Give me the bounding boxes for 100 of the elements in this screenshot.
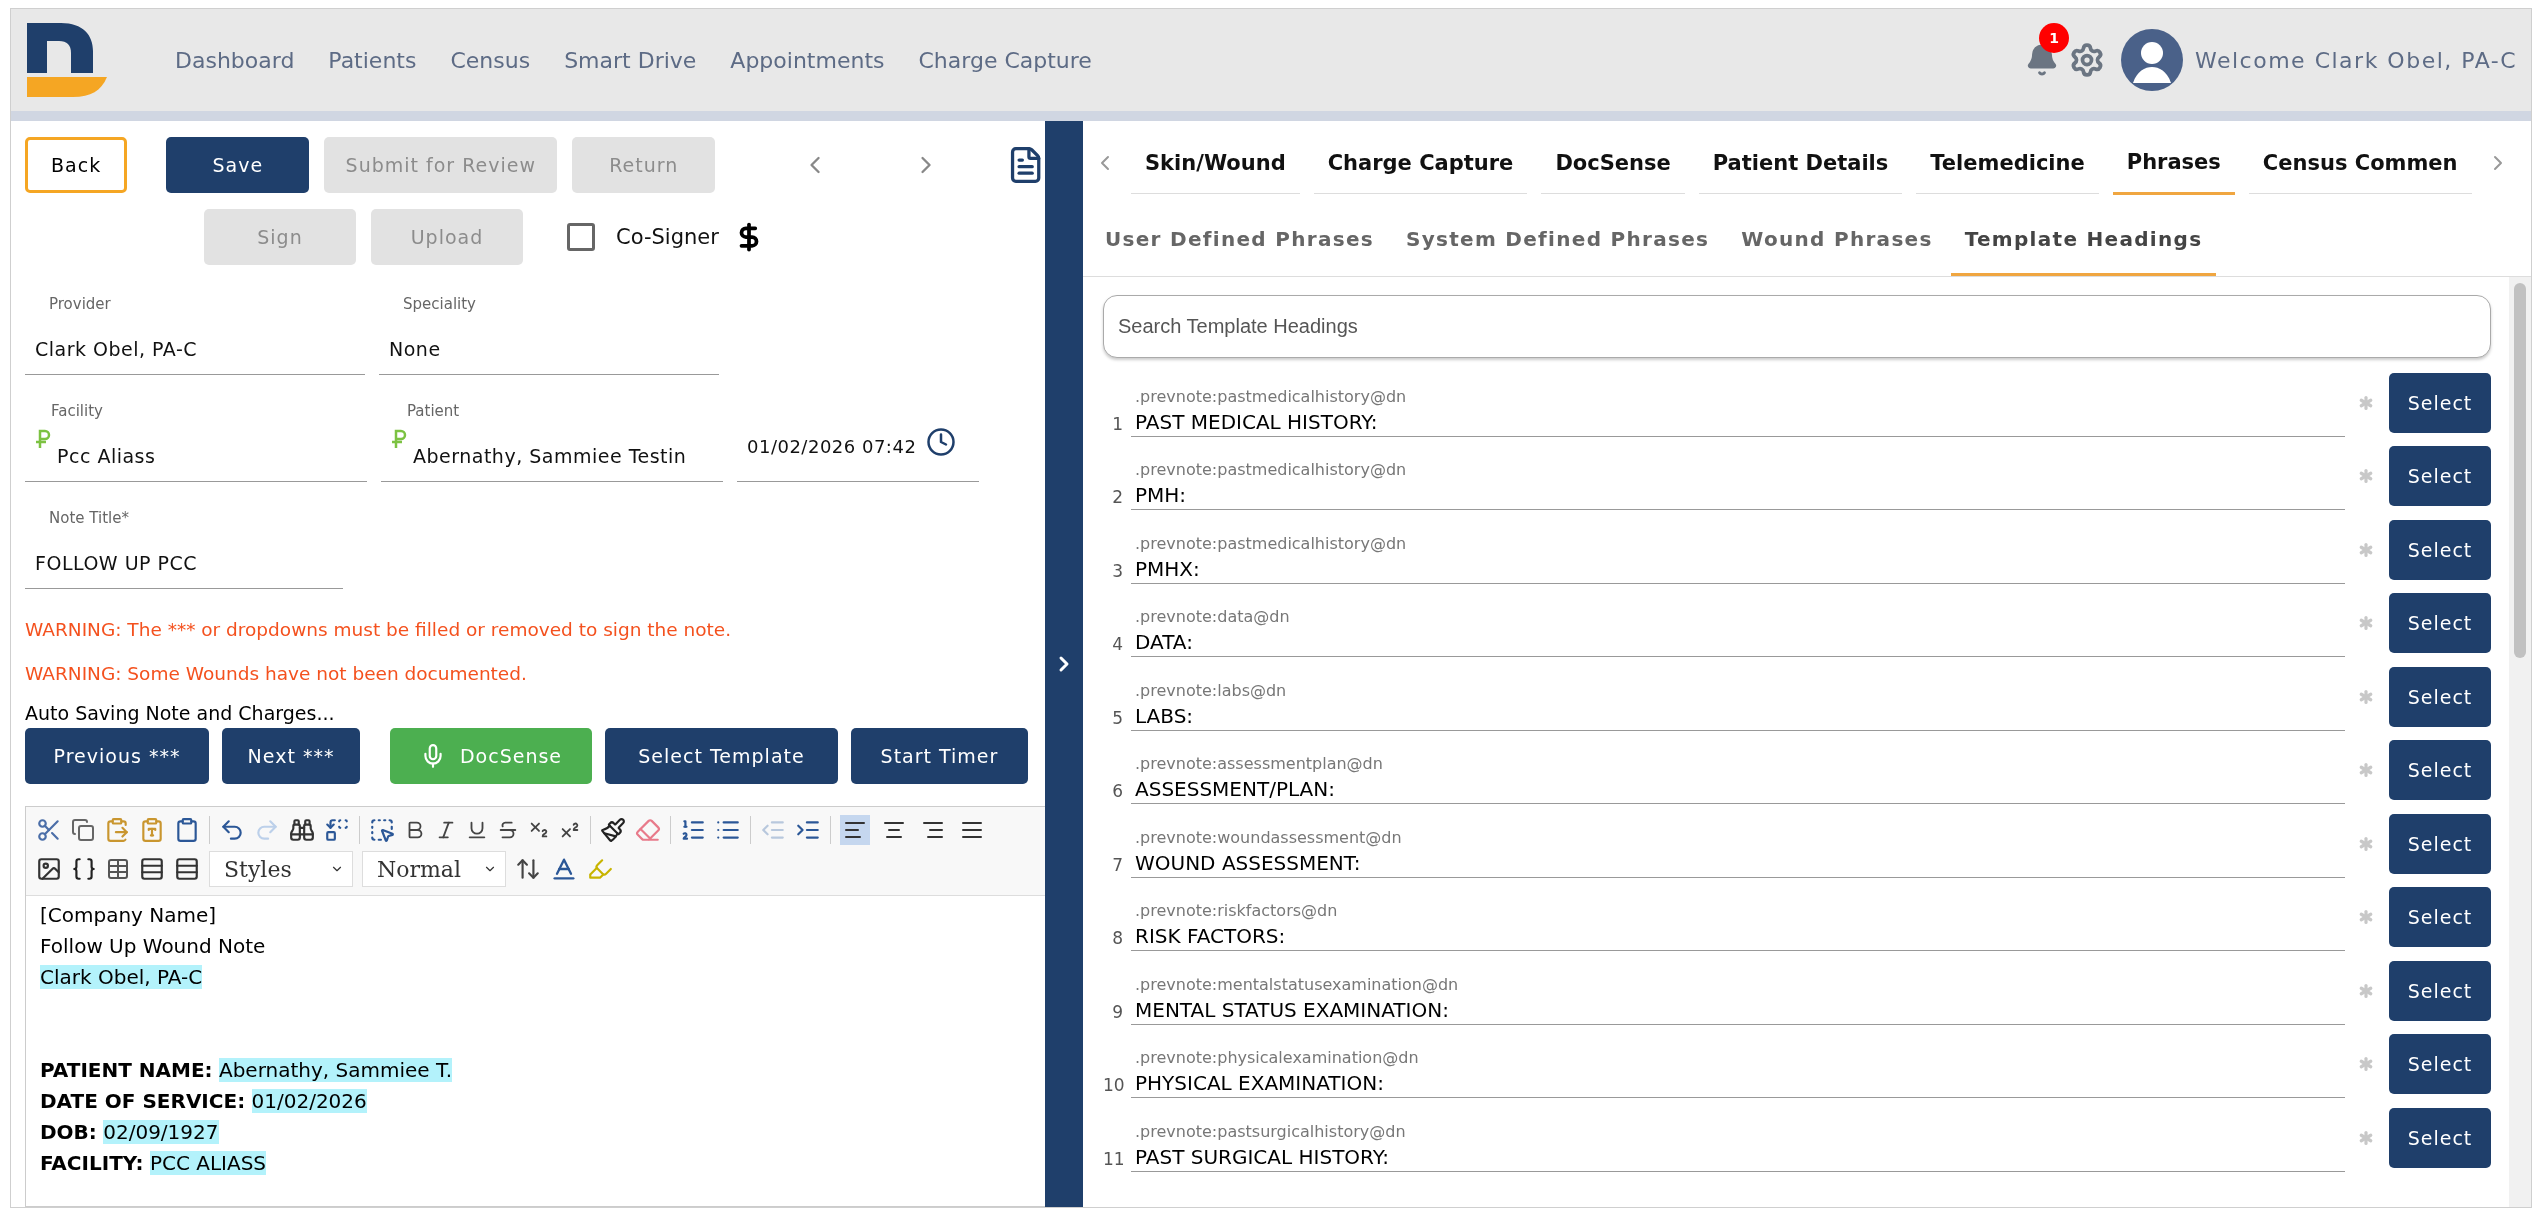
nav-link[interactable]: Patients <box>328 47 417 73</box>
search-field[interactable]: Search Template Headings <box>1103 295 2491 358</box>
input-field[interactable]: Patient Abernathy, Sammiee Testin <box>381 390 723 482</box>
field-value: Pcc Aliass <box>57 445 156 467</box>
eraser-icon[interactable] <box>635 817 661 843</box>
phrase-code: .prevnote:pastmedicalhistory@dn <box>1135 533 1407 553</box>
line-height-icon[interactable] <box>515 856 541 882</box>
clock-icon[interactable] <box>926 427 957 457</box>
field-label: Note Title* <box>49 509 129 527</box>
field-label: Speciality <box>403 295 476 313</box>
heading-text: RISK FACTORS: <box>1135 924 1286 949</box>
row-number: 7 <box>1111 854 1123 877</box>
input-field[interactable]: Provider Clark Obel, PA-C <box>25 283 365 375</box>
copy-icon[interactable] <box>71 818 95 842</box>
row-number: 3 <box>1111 560 1123 583</box>
select-button[interactable]: Select <box>2389 1034 2491 1095</box>
nav-link[interactable]: Appointments <box>730 47 885 73</box>
select-button[interactable]: Select <box>2389 446 2491 507</box>
bell-icon[interactable] <box>2025 43 2059 77</box>
input-field[interactable]: Facility Pcc Aliass <box>25 390 367 482</box>
row-number: 10 <box>1103 1075 1123 1097</box>
tab[interactable]: Template Headings <box>1950 205 2217 276</box>
heading-text: PAST MEDICAL HISTORY: <box>1135 409 1378 434</box>
heading-text: PHYSICAL EXAMINATION: <box>1135 1071 1384 1096</box>
field-heading: PATIENT NAME: <box>40 1058 213 1082</box>
tab[interactable]: Census Commen <box>2248 132 2472 194</box>
select-button[interactable]: Select <box>2389 813 2491 874</box>
tab[interactable]: Wound Phrases <box>1727 205 1947 276</box>
tab[interactable]: Patient Details <box>1698 132 1903 194</box>
panel-toggle[interactable] <box>1045 121 1083 1207</box>
warning-text: WARNING: Some Wounds have not been documented. <box>25 663 528 684</box>
phrase-code: .prevnote:mentalstatusexamination@dn <box>1135 974 1459 994</box>
row-number: 8 <box>1111 928 1123 950</box>
replace-icon[interactable] <box>324 817 350 843</box>
placeholder-icon[interactable] <box>71 856 97 882</box>
row-number: 11 <box>1103 1148 1123 1171</box>
nav-link[interactable]: Census <box>450 47 531 73</box>
heading-text: LABS: <box>1135 703 1194 728</box>
field-label: Patient <box>407 402 460 420</box>
field-value: 01/02/2026 07:42 <box>747 436 917 457</box>
action-button[interactable]: Select Template <box>605 728 838 784</box>
checkbox[interactable] <box>567 223 595 251</box>
field-heading: FACILITY: <box>40 1151 144 1175</box>
back-button[interactable]: Back <box>25 137 128 193</box>
numbered-list-icon[interactable] <box>680 817 706 843</box>
underline-icon[interactable] <box>466 819 488 841</box>
strikethrough-icon[interactable] <box>497 819 519 841</box>
tab[interactable]: DocSense <box>1541 132 1685 194</box>
tab[interactable]: Charge Capture <box>1313 132 1528 194</box>
input-field[interactable]: Speciality None <box>379 283 719 375</box>
format-dropdown[interactable]: Normal <box>362 851 506 887</box>
notification-badge: 1 <box>2039 23 2069 53</box>
scrollbar[interactable] <box>2514 283 2526 658</box>
input-field[interactable]: Note Title* FOLLOW UP PCC <box>25 497 343 589</box>
tab[interactable]: Phrases <box>2112 131 2235 195</box>
select-all-icon[interactable] <box>369 817 395 843</box>
settings-icon[interactable] <box>2069 42 2105 78</box>
select-button[interactable]: Select <box>2389 740 2491 801</box>
nav-link[interactable]: Charge Capture <box>918 47 1092 73</box>
tab[interactable]: Skin/Wound <box>1131 132 1300 194</box>
heading-text: PMH: <box>1135 483 1187 508</box>
tab[interactable]: System Defined Phrases <box>1391 205 1724 276</box>
action-button[interactable]: Previous *** <box>25 728 209 784</box>
image-icon[interactable] <box>36 856 62 882</box>
table-icon[interactable] <box>106 857 130 881</box>
block-icon[interactable] <box>174 856 200 882</box>
action-button[interactable]: Next *** <box>222 728 360 784</box>
nav-link[interactable]: Smart Drive <box>564 47 697 73</box>
field-value: 01/02/2026 <box>251 1089 367 1113</box>
phrase-code: .prevnote:labs@dn <box>1135 680 1287 700</box>
phrase-code: .prevnote:pastsurgicalhistory@dn <box>1135 1121 1406 1141</box>
warning-text: WARNING: The *** or dropdowns must be filled or removed to sign the note. <box>25 619 733 640</box>
action-button[interactable]: Start Timer <box>851 728 1028 784</box>
action-button[interactable]: Save <box>166 137 310 193</box>
avatar[interactable] <box>2121 29 2183 91</box>
select-button[interactable]: Select <box>2389 1107 2491 1168</box>
undo-icon[interactable] <box>219 817 245 843</box>
tab[interactable]: Telemedicine <box>1916 132 2099 194</box>
cut-icon[interactable] <box>36 817 62 843</box>
paste-word-icon[interactable] <box>174 817 200 843</box>
phrase-code: .prevnote:pastmedicalhistory@dn <box>1135 386 1407 406</box>
find-icon[interactable] <box>289 817 315 843</box>
date-field[interactable]: 01/02/2026 07:42 <box>737 390 979 482</box>
select-button[interactable]: Select <box>2389 519 2491 580</box>
select-button[interactable]: Select <box>2389 887 2491 948</box>
select-button[interactable]: Select <box>2389 666 2491 727</box>
note-line: [Company Name] <box>40 903 217 927</box>
select-button[interactable]: Select <box>2389 372 2491 433</box>
align-left-icon[interactable] <box>840 815 870 845</box>
brush-icon[interactable] <box>600 817 626 843</box>
styles-dropdown[interactable]: Styles <box>209 851 353 887</box>
link-icon <box>35 429 51 449</box>
nav-link[interactable]: Dashboard <box>175 47 295 73</box>
field-label: Facility <box>51 402 103 420</box>
select-button[interactable]: Select <box>2389 960 2491 1021</box>
select-button[interactable]: Select <box>2389 593 2491 654</box>
field-value: None <box>389 338 441 360</box>
block-icon[interactable] <box>139 856 165 882</box>
field-value: PCC ALIASS <box>149 1151 267 1175</box>
tab[interactable]: User Defined Phrases <box>1091 205 1388 276</box>
